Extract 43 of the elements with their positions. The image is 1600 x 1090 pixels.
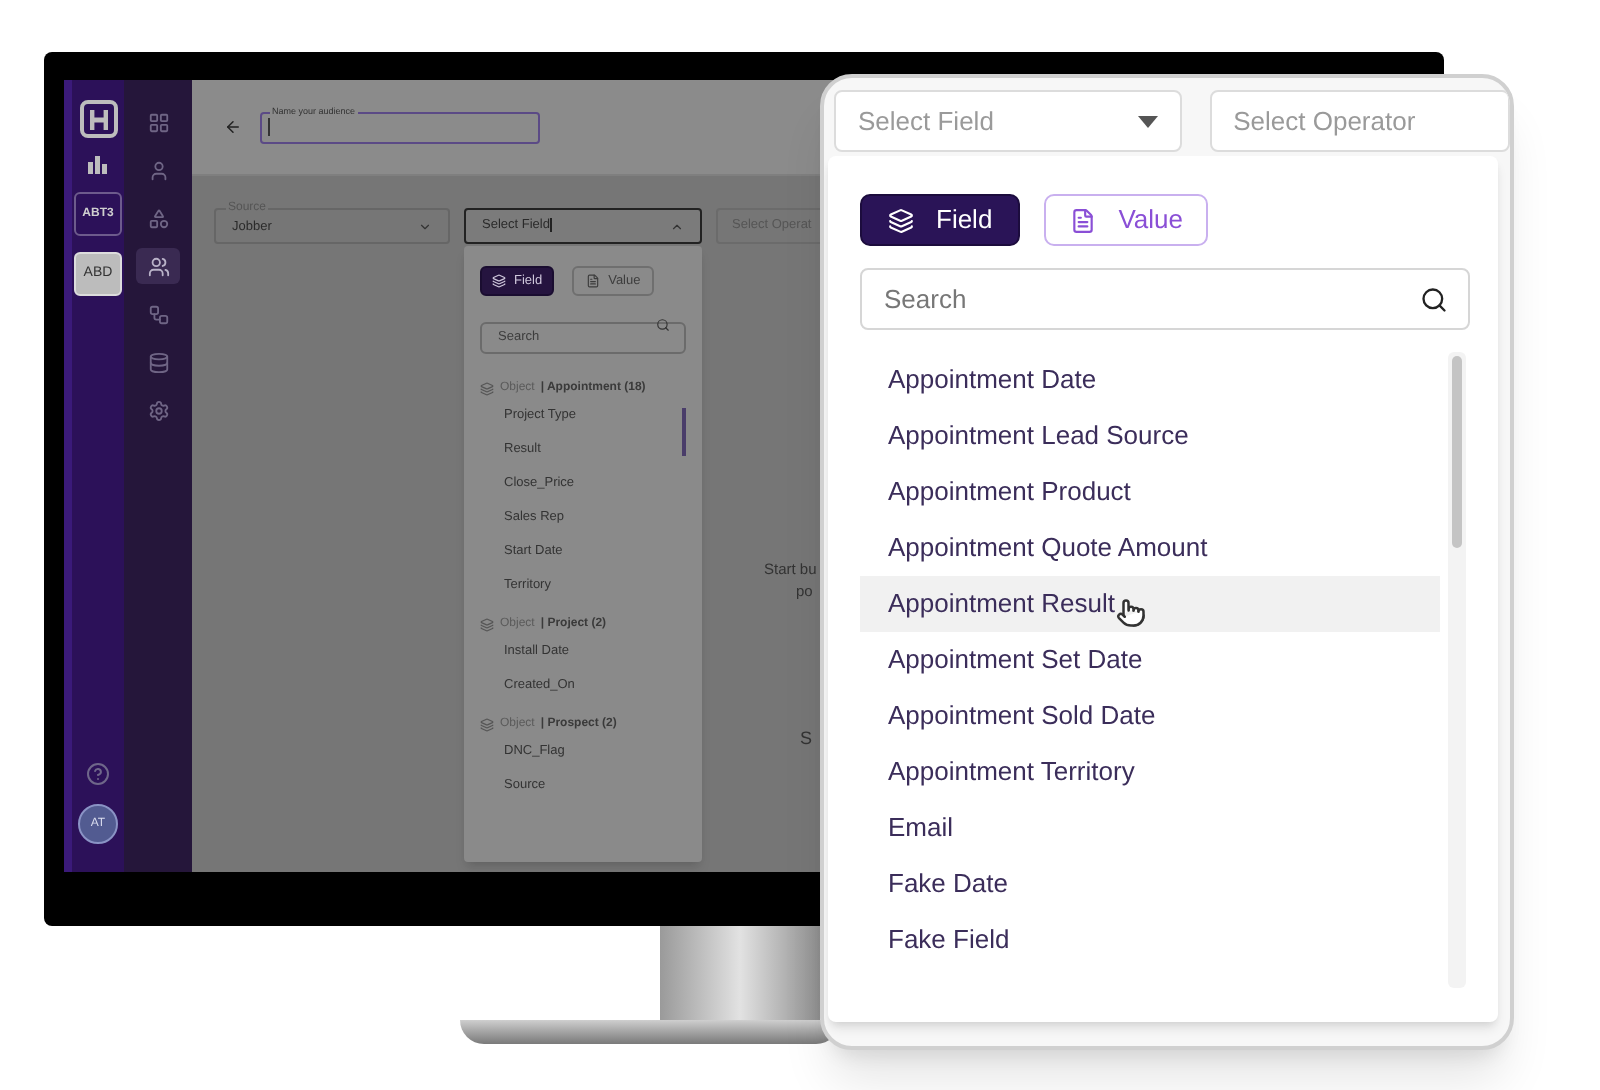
field-option[interactable]: Appointment Result xyxy=(860,576,1440,632)
users-icon xyxy=(147,255,169,277)
operator-select[interactable]: Select Operator xyxy=(1209,90,1510,152)
user-icon xyxy=(147,159,169,181)
logo-icon xyxy=(79,100,117,138)
database-icon xyxy=(147,351,169,373)
workflow-icon xyxy=(147,303,169,325)
field-option[interactable]: Email xyxy=(860,800,1440,856)
scrollbar-thumb[interactable] xyxy=(1452,356,1462,548)
field-option[interactable]: Fake Date xyxy=(860,856,1440,912)
field-option[interactable]: Appointment Set Date xyxy=(860,632,1440,688)
field-option[interactable]: Appointment Product xyxy=(860,464,1440,520)
hand-cursor-icon xyxy=(1116,597,1147,627)
settings-icon xyxy=(147,399,169,421)
layers-icon xyxy=(480,382,494,396)
document-icon xyxy=(586,274,601,288)
field-select[interactable]: Select Field xyxy=(834,90,1182,152)
field-option[interactable]: Fake Field xyxy=(860,912,1440,968)
field-option[interactable]: Appointment Lead Source xyxy=(860,408,1440,464)
caret-icon xyxy=(1137,115,1158,127)
field-option[interactable]: Appointment Sold Date xyxy=(860,688,1440,744)
empty-state-text: S xyxy=(800,728,815,750)
tab[interactable]: Field xyxy=(860,194,1021,246)
field-option[interactable]: Appointment Date xyxy=(860,352,1440,408)
back-icon[interactable] xyxy=(224,118,242,136)
nav-item[interactable] xyxy=(136,248,180,284)
field-option[interactable]: Appointment Territory xyxy=(860,744,1440,800)
layers-icon xyxy=(480,718,494,732)
chevron-down-icon xyxy=(418,219,432,233)
layers-icon xyxy=(888,207,914,233)
layers-icon xyxy=(480,618,494,632)
chevron-up-icon xyxy=(670,219,684,233)
search-icon xyxy=(1420,285,1448,313)
scrollbar-thumb[interactable] xyxy=(682,408,686,456)
help-icon[interactable] xyxy=(86,762,110,786)
tab[interactable]: Value xyxy=(1044,194,1209,246)
document-icon xyxy=(1070,207,1097,233)
search-icon xyxy=(656,317,670,331)
shapes-icon xyxy=(147,207,169,229)
grid-icon xyxy=(147,111,169,133)
bar-chart-icon[interactable] xyxy=(88,154,108,174)
layers-icon xyxy=(492,274,506,288)
field-option[interactable]: Appointment Quote Amount xyxy=(860,520,1440,576)
